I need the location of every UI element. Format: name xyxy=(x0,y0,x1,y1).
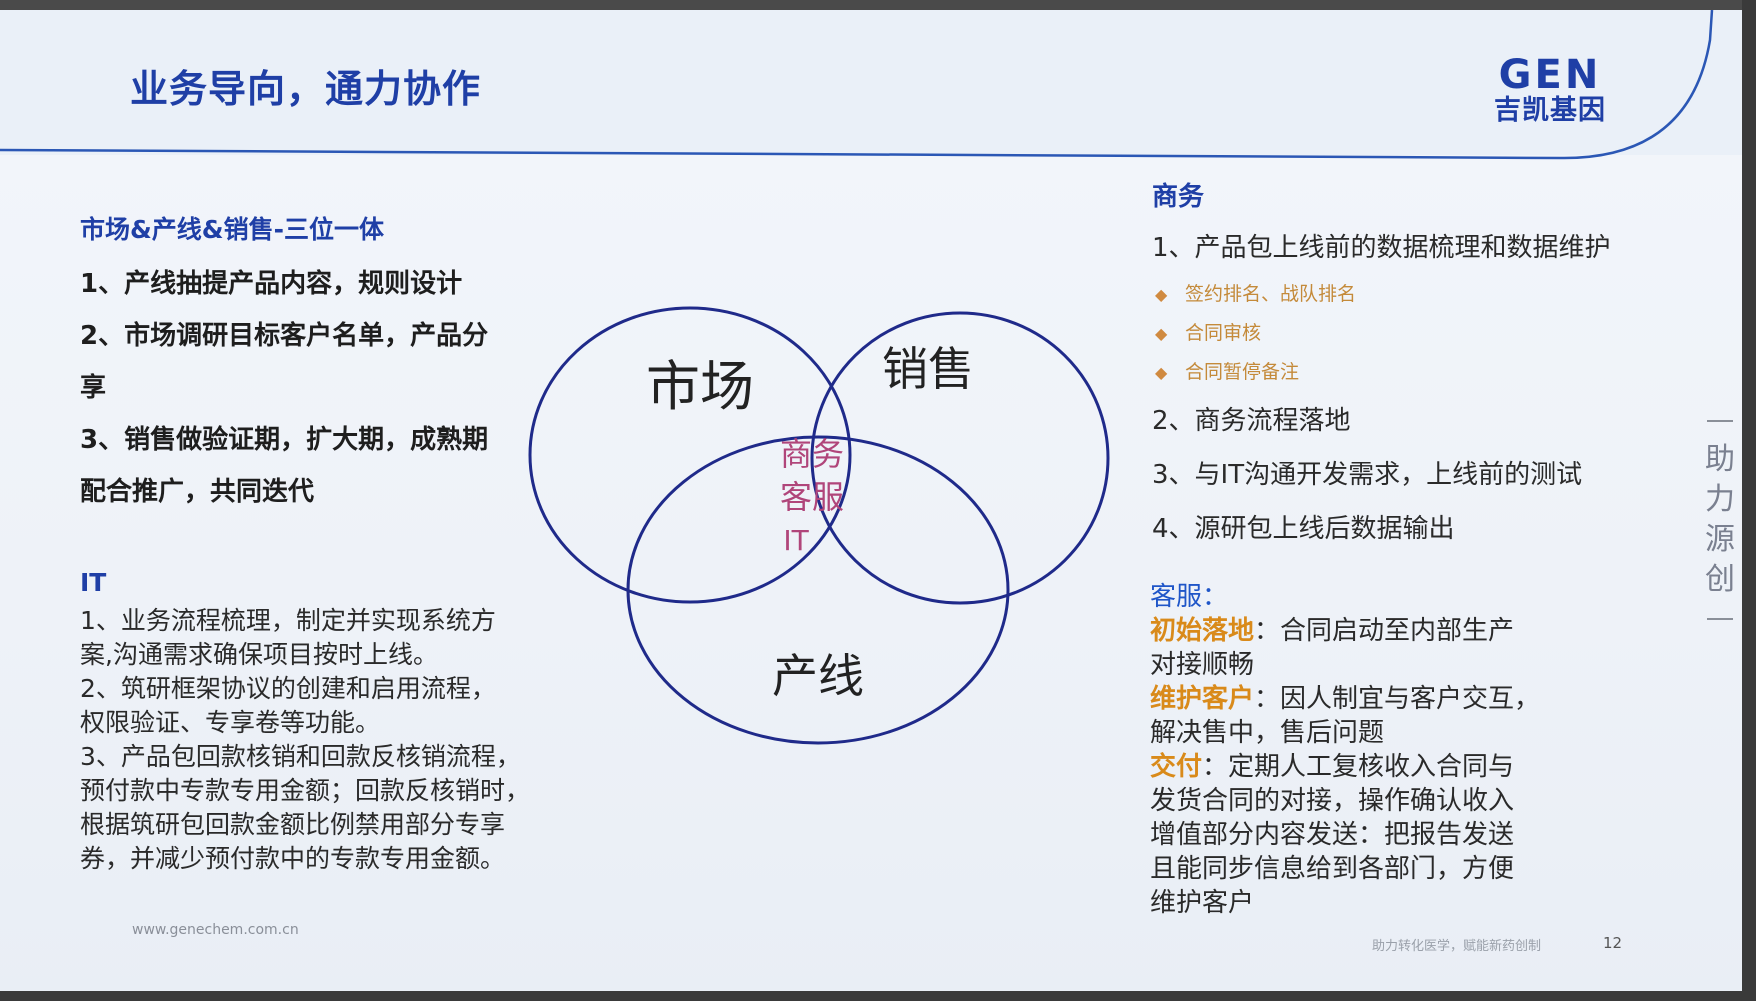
slide: 业务导向，通力协作 GEN 吉凯基因 市场&产线&销售-三位一体 1、产线抽提产… xyxy=(0,0,1756,1001)
diamond-icon: ◆ xyxy=(1155,285,1168,304)
business-line: 3、与IT沟通开发需求，上线前的测试 xyxy=(1152,460,1583,490)
cs-label: 交付 xyxy=(1150,752,1203,782)
venn-label-sales: 销售 xyxy=(882,342,974,396)
venn-label-market: 市场 xyxy=(646,355,754,418)
frame-bottom xyxy=(0,991,1756,1001)
cs-item: 交付：定期人工复核收入合同与 xyxy=(1150,752,1515,782)
footer-tagline: 助力转化医学，赋能新药创制 xyxy=(1372,939,1542,954)
bullet-item: ◆ 签约排名、战队排名 xyxy=(1155,275,1356,314)
cs-tail-line: 且能同步信息给到各部门，方便 xyxy=(1150,854,1515,884)
cs-item-cont: 发货合同的对接，操作确认收入 xyxy=(1150,786,1515,816)
cs-tail-line: 维护客户 xyxy=(1150,888,1255,918)
section-head-business: 商务 xyxy=(1152,182,1205,212)
page-number: 12 xyxy=(1603,934,1623,952)
footer-url: www.genechem.com.cn xyxy=(132,922,299,938)
business-item-1: 1、产品包上线前的数据梳理和数据维护 xyxy=(1152,233,1611,263)
customer-service-block: 客服： 初始落地：合同启动至内部生产 对接顺畅 维护客户：因人制宜与客户交互， … xyxy=(1150,580,1540,920)
frame-top xyxy=(0,0,1756,10)
bullet-item: ◆ 合同暂停备注 xyxy=(1155,353,1356,392)
business-line: 2、商务流程落地 xyxy=(1152,406,1351,436)
cs-item-cont: 解决售中，售后问题 xyxy=(1150,718,1385,748)
diamond-icon: ◆ xyxy=(1155,363,1168,382)
vertical-tagline: 助力源创 xyxy=(1702,440,1738,600)
diamond-icon: ◆ xyxy=(1155,324,1168,343)
cs-item-cont: 对接顺畅 xyxy=(1150,650,1255,680)
business-list: 2、商务流程落地 3、与IT沟通开发需求，上线前的测试 4、源研包上线后数据输出 xyxy=(1152,394,1582,556)
tagline-bar-top xyxy=(1707,420,1733,422)
venn-center-line: 客服 xyxy=(780,478,844,516)
vertical-tagline-text: 助力源创 xyxy=(1705,442,1735,597)
cs-tail-line: 增值部分内容发送：把报告发送 xyxy=(1150,820,1515,850)
venn-center-line: IT xyxy=(783,524,809,557)
cs-item: 初始落地：合同启动至内部生产 xyxy=(1150,616,1515,646)
business-line: 4、源研包上线后数据输出 xyxy=(1152,514,1455,544)
cs-item: 维护客户：因人制宜与客户交互， xyxy=(1150,684,1541,714)
cs-label: 初始落地 xyxy=(1150,616,1255,646)
venn-center-line: 商务 xyxy=(780,435,844,473)
tagline-bar-bottom xyxy=(1707,618,1733,620)
business-bullets: ◆ 签约排名、战队排名 ◆ 合同审核 ◆ 合同暂停备注 xyxy=(1155,275,1356,392)
venn-label-production: 产线 xyxy=(772,649,864,703)
cs-label: 维护客户 xyxy=(1150,684,1255,714)
cs-head: 客服： xyxy=(1150,582,1229,612)
bullet-item: ◆ 合同审核 xyxy=(1155,314,1356,353)
frame-right xyxy=(1742,0,1756,1001)
